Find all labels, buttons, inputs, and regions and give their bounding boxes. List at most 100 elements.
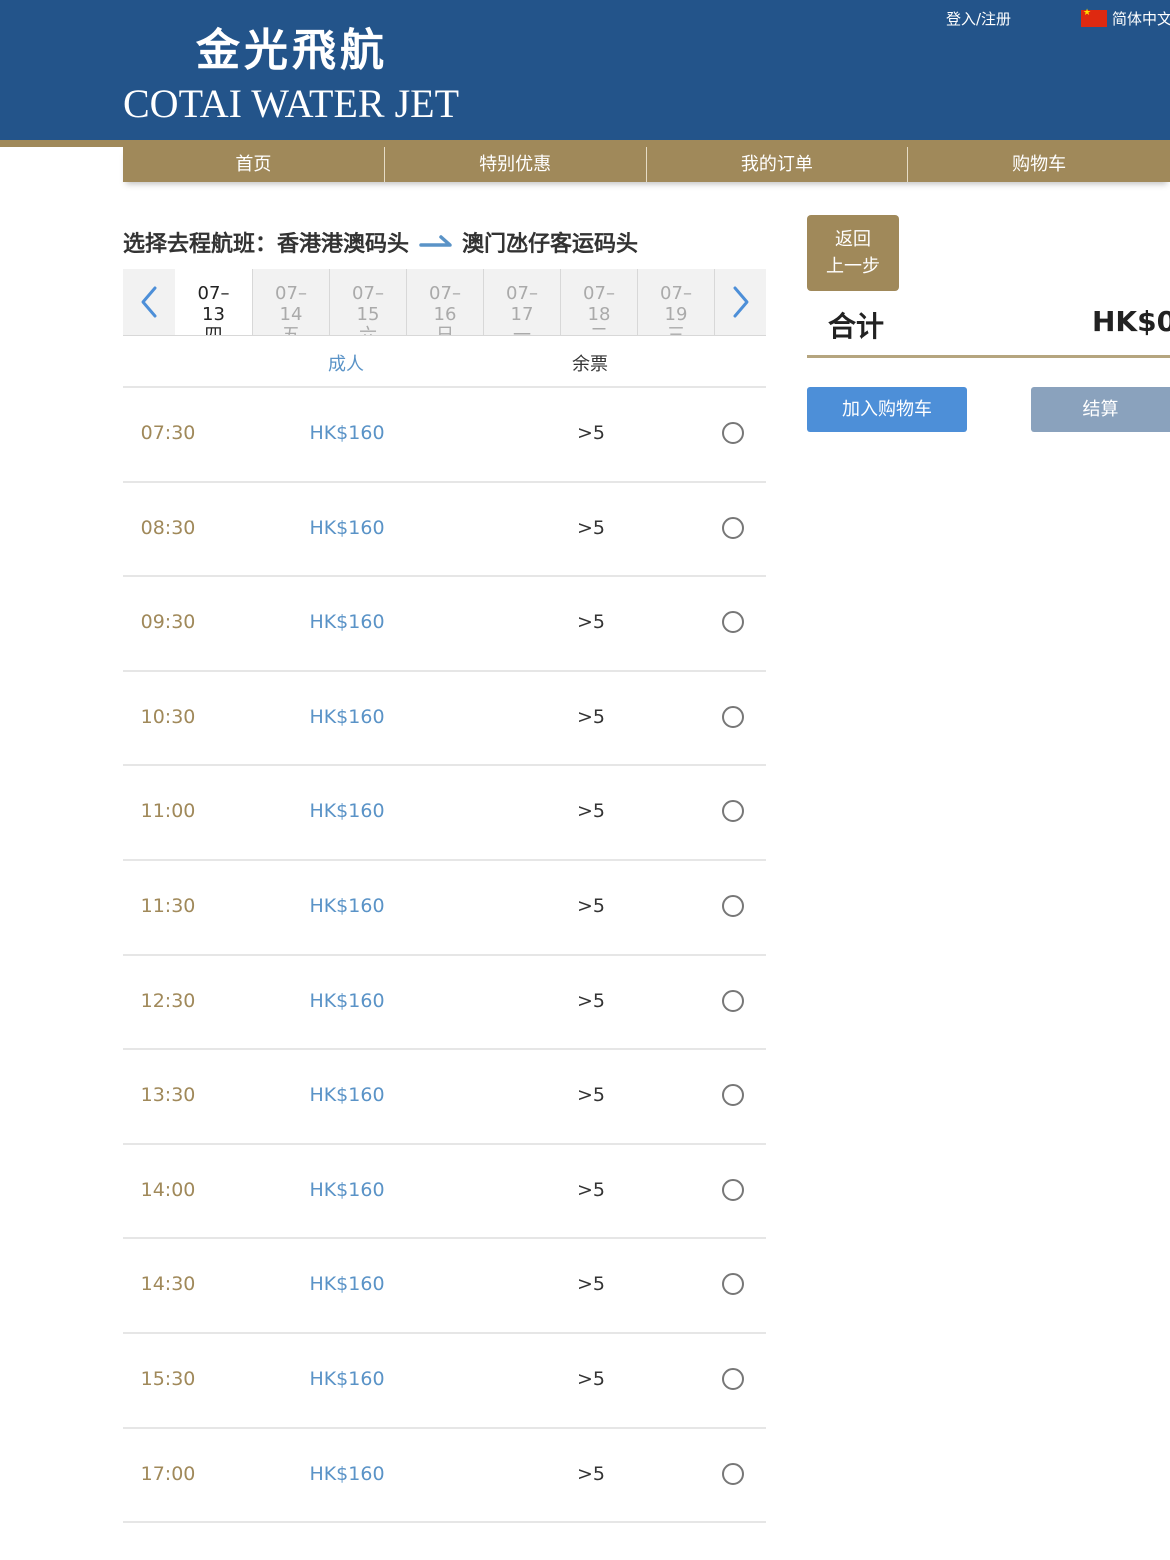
language-label: 简体中文: [1112, 10, 1170, 28]
flight-row[interactable]: 17:00 HK$160 >5: [123, 1426, 766, 1521]
nav-item-special-offers[interactable]: 特别优惠: [385, 147, 647, 182]
date-selector: 07–13四07–14五07–15六07–16日07–17一07–18二07–1…: [123, 269, 766, 336]
nav-item-cart[interactable]: 购物车: [908, 147, 1170, 182]
flight-availability: >5: [576, 1462, 605, 1485]
flight-price: HK$160: [309, 895, 385, 917]
flight-price: HK$160: [309, 516, 385, 539]
header-gold-stripe: [0, 140, 1170, 147]
date-month: 07–: [275, 283, 307, 304]
date-tab[interactable]: 07–14五: [252, 269, 329, 335]
date-weekday: 四: [175, 325, 252, 335]
route-title: 选择去程航班： 香港港澳码头 澳门氹仔客运码头: [123, 226, 638, 258]
flight-select-radio[interactable]: [722, 800, 744, 823]
date-month: 07–: [660, 283, 692, 304]
login-register-link[interactable]: 登入/注册: [946, 8, 1011, 29]
flight-row[interactable]: 13:30 HK$160 >5: [123, 1048, 766, 1142]
flight-time: 13:30: [140, 1084, 196, 1107]
flight-row[interactable]: 14:00 HK$160 >5: [123, 1142, 766, 1237]
language-selector[interactable]: 简体中文: [1081, 8, 1170, 29]
list-divider: [123, 1521, 766, 1524]
flight-time: 15:30: [140, 1368, 196, 1390]
date-tab[interactable]: 07–17一: [483, 269, 560, 335]
flight-time: 14:30: [140, 1273, 196, 1296]
flight-row[interactable]: 14:30 HK$160 >5: [123, 1237, 766, 1331]
flight-select-radio[interactable]: [722, 705, 744, 728]
flight-select-radio[interactable]: [722, 1178, 744, 1201]
flight-time: 09:30: [140, 611, 196, 634]
flight-row[interactable]: 11:30 HK$160 >5: [123, 859, 766, 953]
flight-row[interactable]: 09:30 HK$160 >5: [123, 575, 766, 669]
flight-price: HK$160: [309, 422, 385, 444]
flight-select-radio[interactable]: [722, 1273, 744, 1296]
prev-dates-button[interactable]: [123, 269, 175, 335]
flight-availability: >5: [576, 611, 605, 634]
add-to-cart-button[interactable]: 加入购物车: [807, 387, 967, 432]
column-header-remaining: 余票: [572, 354, 608, 375]
flight-availability: >5: [576, 422, 605, 444]
back-button[interactable]: 返回 上一步: [807, 215, 899, 291]
flight-row[interactable]: 07:30 HK$160 >5: [123, 386, 766, 480]
date-day: 19: [664, 304, 688, 325]
date-day: 15: [356, 304, 380, 325]
flight-price: HK$160: [309, 1084, 385, 1107]
date-tab[interactable]: 07–16日: [406, 269, 483, 335]
date-tab[interactable]: 07–15六: [329, 269, 406, 335]
flight-price: HK$160: [309, 989, 385, 1012]
flight-price: HK$160: [309, 1178, 385, 1201]
flight-select-radio[interactable]: [722, 1084, 744, 1107]
flight-time: 12:30: [140, 989, 196, 1012]
logo-chinese[interactable]: 金光飛航: [196, 14, 388, 78]
date-month: 07–: [506, 283, 538, 304]
flight-row[interactable]: 12:30 HK$160 >5: [123, 953, 766, 1048]
flight-price: HK$160: [309, 611, 385, 634]
route-origin: 香港港澳码头: [277, 232, 410, 257]
date-weekday: 日: [407, 325, 483, 335]
flight-time: 10:30: [140, 705, 196, 728]
flight-select-radio[interactable]: [722, 1462, 744, 1485]
date-weekday: 六: [330, 325, 406, 335]
flight-availability: >5: [576, 1178, 605, 1201]
flight-select-radio[interactable]: [722, 516, 744, 539]
flight-select-radio[interactable]: [722, 895, 744, 917]
date-month: 07–: [429, 283, 461, 304]
date-day: 14: [279, 304, 303, 325]
flight-availability: >5: [576, 1084, 605, 1107]
flight-row[interactable]: 08:30 HK$160 >5: [123, 480, 766, 575]
logo-english[interactable]: COTAI WATER JET: [123, 80, 459, 127]
date-tab[interactable]: 07–19三: [637, 269, 714, 335]
date-day: 18: [587, 304, 611, 325]
date-day: 17: [510, 304, 534, 325]
flight-time: 17:00: [140, 1462, 196, 1485]
flight-availability: >5: [576, 1368, 605, 1390]
flight-availability: >5: [576, 895, 605, 917]
flight-price: HK$160: [309, 1368, 385, 1390]
column-header-adult: 成人: [328, 354, 364, 375]
site-header: 金光飛航 COTAI WATER JET 登入/注册 简体中文: [0, 0, 1170, 140]
date-tab[interactable]: 07–18二: [560, 269, 637, 335]
flight-select-radio[interactable]: [722, 611, 744, 634]
total-divider: [807, 355, 1170, 358]
nav-item-home[interactable]: 首页: [123, 147, 385, 182]
checkout-button[interactable]: 结算: [1031, 387, 1170, 432]
route-prefix: 选择去程航班：: [123, 232, 278, 257]
flight-row[interactable]: 15:30 HK$160 >5: [123, 1332, 766, 1426]
flight-price: HK$160: [309, 1462, 385, 1485]
flight-select-radio[interactable]: [722, 989, 744, 1012]
flight-select-radio[interactable]: [722, 1368, 744, 1390]
date-day: 13: [202, 304, 225, 325]
china-flag-icon: [1081, 8, 1107, 27]
flight-time: 11:30: [140, 895, 196, 917]
flight-select-radio[interactable]: [722, 422, 744, 444]
flight-time: 07:30: [140, 422, 196, 444]
flight-time: 11:00: [140, 800, 196, 823]
flight-availability: >5: [576, 800, 605, 823]
date-weekday: 五: [253, 325, 329, 335]
nav-item-my-orders[interactable]: 我的订单: [647, 147, 909, 182]
flight-row[interactable]: 10:30 HK$160 >5: [123, 669, 766, 764]
total-label: 合计: [828, 310, 885, 343]
next-dates-button[interactable]: [714, 269, 766, 335]
date-tab[interactable]: 07–13四: [175, 269, 252, 335]
flight-price: HK$160: [309, 800, 385, 823]
flight-price: HK$160: [309, 1273, 385, 1296]
flight-row[interactable]: 11:00 HK$160 >5: [123, 764, 766, 858]
